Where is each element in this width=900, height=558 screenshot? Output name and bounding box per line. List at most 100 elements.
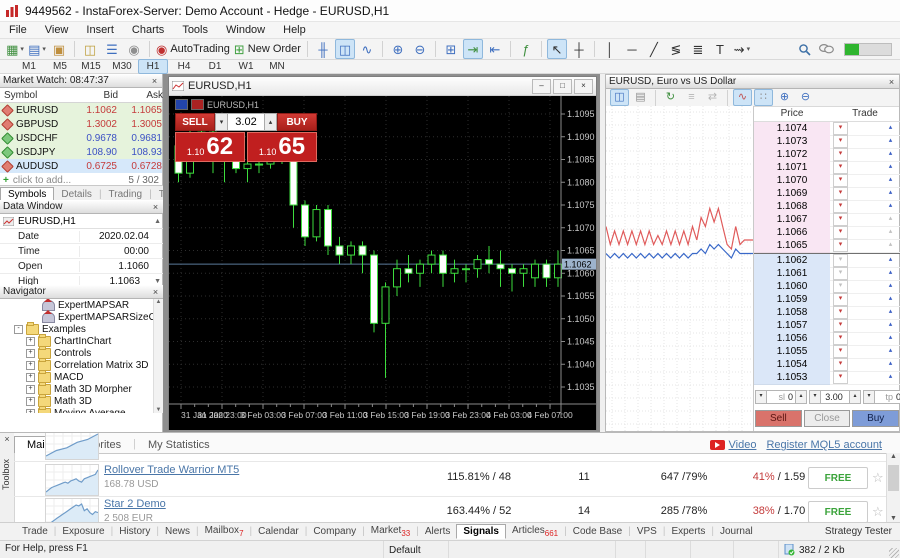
- zoom-out-icon[interactable]: ⊖: [410, 39, 430, 59]
- sell-at-price-button[interactable]: ▾: [833, 345, 848, 358]
- symbol-row-audusd[interactable]: AUDUSD0.67250.6728: [0, 159, 162, 173]
- volume-down-button[interactable]: ▾: [215, 113, 228, 131]
- close-icon[interactable]: ×: [887, 77, 896, 87]
- line-chart-icon[interactable]: ∿: [357, 39, 377, 59]
- sell-at-price-button[interactable]: ▾: [833, 280, 848, 293]
- buy-at-price-button[interactable]: ▴: [884, 333, 897, 344]
- signal-name-link[interactable]: Rollover Trade Warrior MT5: [104, 464, 239, 476]
- sell-at-price-button[interactable]: ▾: [833, 332, 848, 345]
- crosshair-icon[interactable]: ┼: [569, 39, 589, 59]
- sell-at-price-button[interactable]: ▾: [833, 174, 848, 187]
- menu-view[interactable]: View: [36, 23, 78, 37]
- toolbox-tab-articles[interactable]: Articles661: [506, 524, 564, 539]
- history-center-icon[interactable]: ▣: [49, 39, 69, 59]
- sell-button[interactable]: SELL: [175, 113, 215, 131]
- status-profile-segment[interactable]: Default: [383, 541, 448, 558]
- buy-at-price-button[interactable]: ▴: [884, 227, 897, 238]
- tree-item-correlation-matrix-3d[interactable]: +Correlation Matrix 3D: [0, 359, 163, 371]
- sell-at-price-button[interactable]: ▾: [833, 122, 848, 135]
- dom-buy-button[interactable]: Buy: [852, 410, 899, 427]
- toolbox-tab-signals[interactable]: Signals: [456, 524, 506, 539]
- timeframe-h1[interactable]: H1: [138, 59, 168, 74]
- objects-icon[interactable]: ⇝▾: [732, 39, 752, 59]
- tile-windows-icon[interactable]: ⊞: [441, 39, 461, 59]
- sell-at-price-button[interactable]: ▾: [833, 306, 848, 319]
- time-and-sales-icon[interactable]: ▤: [631, 89, 650, 106]
- signal-name-link[interactable]: Star 2 Demo: [104, 498, 166, 510]
- maximize-button[interactable]: □: [553, 79, 572, 94]
- bid-row-1059[interactable]: 1.1059▾▴: [754, 293, 900, 306]
- tick-chart-icon[interactable]: ∿: [733, 89, 752, 106]
- close-icon[interactable]: ×: [151, 202, 160, 212]
- toolbox-tab-journal[interactable]: Journal: [714, 525, 759, 538]
- buy-at-price-button[interactable]: ▴: [884, 372, 897, 383]
- sell-at-price-button[interactable]: ▾: [833, 358, 848, 371]
- signals-tab-my-statistics[interactable]: My Statistics: [136, 437, 222, 453]
- toolbox-tab-mailbox[interactable]: Mailbox7: [199, 524, 250, 539]
- autotrading-icon[interactable]: ◉AutoTrading: [155, 39, 231, 59]
- sell-at-price-button[interactable]: ▾: [833, 293, 848, 306]
- close-icon[interactable]: ×: [150, 76, 159, 86]
- horizontal-line-icon[interactable]: ─: [622, 39, 642, 59]
- transfer-icon[interactable]: ⇄: [703, 89, 722, 106]
- buy-at-price-button[interactable]: ▴: [884, 123, 897, 134]
- symbol-row-gbpusd[interactable]: GBPUSD1.30021.3005: [0, 117, 162, 131]
- toolbox-tab-company[interactable]: Company: [307, 525, 362, 538]
- tree-item-moving-average[interactable]: +Moving Average: [0, 407, 163, 413]
- menu-insert[interactable]: Insert: [77, 23, 123, 37]
- fibonacci-icon[interactable]: ≶: [666, 39, 686, 59]
- buy-at-price-button[interactable]: ▴: [884, 320, 897, 331]
- buy-at-price-button[interactable]: ▴: [884, 281, 897, 292]
- buy-at-price-button[interactable]: ▴: [884, 188, 897, 199]
- menu-charts[interactable]: Charts: [123, 23, 173, 37]
- expand-icon[interactable]: +: [26, 337, 35, 346]
- resize-grip[interactable]: [889, 548, 899, 558]
- expand-icon[interactable]: +: [26, 409, 35, 414]
- buy-at-price-button[interactable]: ▴: [884, 136, 897, 147]
- favorite-star-icon[interactable]: ☆: [872, 470, 884, 486]
- tree-item-math-3d[interactable]: +Math 3D: [0, 395, 163, 407]
- tree-item-macd[interactable]: +MACD: [0, 371, 163, 383]
- col-bid[interactable]: Bid: [76, 90, 121, 101]
- sell-at-price-button[interactable]: ▾: [833, 213, 848, 226]
- symbol-row-usdjpy[interactable]: USDJPY108.90108.93: [0, 145, 162, 159]
- scrollbar-thumb[interactable]: [888, 465, 899, 491]
- buy-at-price-button[interactable]: ▴: [884, 346, 897, 357]
- tree-item-examples[interactable]: -Examples: [0, 323, 163, 335]
- bid-row-1061[interactable]: 1.1061▾▴: [754, 267, 900, 280]
- menu-help[interactable]: Help: [274, 23, 315, 37]
- sell-at-price-button[interactable]: ▾: [833, 226, 848, 239]
- bid-row-1053[interactable]: 1.1053▾▴: [754, 371, 900, 384]
- text-label-icon[interactable]: T: [710, 39, 730, 59]
- sell-at-price-button[interactable]: ▾: [833, 161, 848, 174]
- signal-row-partial[interactable]: [14, 453, 886, 462]
- buy-at-price-button[interactable]: ▴: [884, 268, 897, 279]
- buy-at-price-button[interactable]: ▴: [884, 240, 897, 251]
- new-order-icon[interactable]: ⊞New Order: [233, 39, 302, 59]
- close-icon[interactable]: ×: [0, 434, 14, 444]
- tp-down-button[interactable]: ▾: [863, 390, 875, 404]
- timeframe-mn[interactable]: MN: [262, 59, 292, 74]
- sell-at-price-button[interactable]: ▾: [833, 148, 848, 161]
- symbol-row-eurusd[interactable]: EURUSD1.10621.1065: [0, 103, 162, 117]
- scroll-up-icon[interactable]: ▲: [887, 453, 900, 460]
- volume-down-button[interactable]: ▾: [809, 390, 821, 404]
- col-symbol[interactable]: Symbol: [0, 90, 76, 101]
- sl-down-button[interactable]: ▾: [755, 390, 767, 404]
- buy-at-price-button[interactable]: ▴: [884, 149, 897, 160]
- sell-at-price-button[interactable]: ▾: [833, 135, 848, 148]
- collapse-icon[interactable]: -: [14, 325, 23, 334]
- buy-at-price-button[interactable]: ▴: [884, 175, 897, 186]
- ask-row-1067[interactable]: 1.1067▾▴: [754, 213, 900, 226]
- dom-sell-button[interactable]: Sell: [755, 410, 802, 427]
- bid-row-1057[interactable]: 1.1057▾▴: [754, 319, 900, 332]
- ask-row-1066[interactable]: 1.1066▾▴: [754, 226, 900, 239]
- bid-row-1062[interactable]: 1.1062▾▴: [754, 254, 900, 267]
- trendline-icon[interactable]: ╱: [644, 39, 664, 59]
- expand-icon[interactable]: +: [26, 361, 35, 370]
- bid-row-1058[interactable]: 1.1058▾▴: [754, 306, 900, 319]
- toolbox-tab-trade[interactable]: Trade: [16, 525, 54, 538]
- buy-at-price-button[interactable]: ▴: [884, 255, 897, 266]
- close-icon[interactable]: ×: [151, 287, 160, 297]
- menu-window[interactable]: Window: [217, 23, 274, 37]
